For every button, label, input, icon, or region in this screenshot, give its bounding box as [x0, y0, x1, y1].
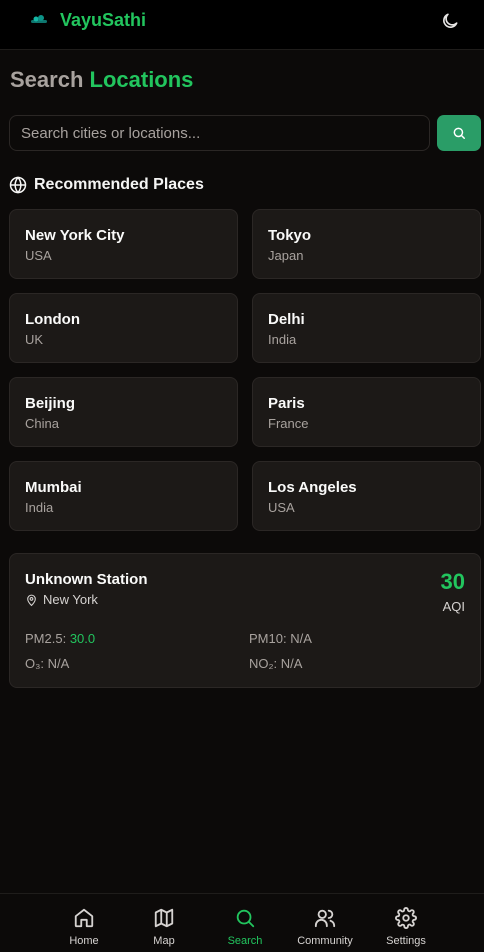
- place-card-new-york-city[interactable]: New York City USA: [9, 209, 238, 279]
- metric-o3-value: N/A: [47, 656, 70, 671]
- nav-map[interactable]: Map: [145, 894, 183, 952]
- metric-pm25: PM2.5: 30.0: [25, 631, 95, 646]
- place-country: USA: [268, 500, 295, 515]
- station-name: Unknown Station: [25, 571, 148, 588]
- place-card-london[interactable]: London UK: [9, 293, 238, 363]
- aqi-value: 30: [440, 569, 465, 594]
- nav-home-label: Home: [69, 935, 99, 947]
- app-brand[interactable]: VayuSathi: [60, 10, 146, 31]
- map-icon: [154, 908, 174, 928]
- nav-settings[interactable]: Settings: [383, 894, 429, 952]
- top-bar: VayuSathi: [0, 0, 484, 50]
- globe-icon: [9, 176, 27, 194]
- place-city: Mumbai: [25, 479, 82, 496]
- users-icon: [314, 909, 336, 928]
- metric-pm10-label: PM10:: [249, 631, 287, 646]
- map-pin-icon: [27, 594, 36, 606]
- place-city: Paris: [268, 395, 305, 412]
- place-card-mumbai[interactable]: Mumbai India: [9, 461, 238, 531]
- search-input[interactable]: [9, 115, 430, 151]
- metric-pm10: PM10: N/A: [249, 631, 312, 646]
- place-country: France: [268, 416, 309, 431]
- station-location: New York: [25, 592, 98, 607]
- metric-no2: NO₂: N/A: [249, 656, 302, 671]
- aqi-label: AQI: [442, 599, 465, 614]
- place-card-delhi[interactable]: Delhi India: [252, 293, 481, 363]
- place-city: New York City: [25, 227, 125, 244]
- place-country: India: [268, 332, 297, 347]
- nav-settings-label: Settings: [386, 935, 426, 947]
- place-country: India: [25, 500, 54, 515]
- place-card-tokyo[interactable]: Tokyo Japan: [252, 209, 481, 279]
- page-title: Search Locations: [10, 66, 193, 94]
- place-card-beijing[interactable]: Beijing China: [9, 377, 238, 447]
- search-icon: [453, 127, 465, 139]
- bottom-nav: Home Map Search Community Settings: [0, 893, 484, 952]
- nav-community-label: Community: [297, 935, 353, 947]
- metric-o3: O₃: N/A: [25, 656, 69, 671]
- recommended-label: Recommended Places: [34, 176, 204, 193]
- page-title-part2: Locations: [89, 67, 194, 92]
- logo-icon: [31, 15, 47, 23]
- page-title-part1: Search: [10, 67, 84, 92]
- nav-community[interactable]: Community: [294, 894, 356, 952]
- station-location-text: New York: [43, 592, 98, 607]
- place-country: UK: [25, 332, 44, 347]
- recommended-heading: Recommended Places: [9, 174, 204, 196]
- metric-pm10-value: N/A: [290, 631, 312, 646]
- place-country: USA: [25, 248, 52, 263]
- moon-icon[interactable]: [440, 11, 460, 31]
- metric-o3-label: O₃:: [25, 656, 45, 671]
- metric-pm25-label: PM2.5:: [25, 631, 67, 646]
- station-card[interactable]: Unknown Station New York 30 AQI PM2.5: 3…: [9, 553, 481, 688]
- nav-map-label: Map: [153, 935, 175, 947]
- search-button[interactable]: [437, 115, 481, 151]
- place-country: China: [25, 416, 59, 431]
- metric-no2-value: N/A: [280, 656, 303, 671]
- nav-search-label: Search: [227, 935, 263, 947]
- place-city: London: [25, 311, 80, 328]
- place-city: Beijing: [25, 395, 76, 412]
- metric-pm25-value: 30.0: [69, 631, 96, 646]
- nav-home[interactable]: Home: [63, 894, 105, 952]
- place-country: Japan: [268, 248, 304, 263]
- place-city: Delhi: [268, 311, 305, 328]
- gear-icon: [395, 907, 417, 929]
- home-icon: [74, 908, 94, 928]
- place-card-los-angeles[interactable]: Los Angeles USA: [252, 461, 481, 531]
- place-city: Los Angeles: [268, 479, 357, 496]
- place-card-paris[interactable]: Paris France: [252, 377, 481, 447]
- metric-no2-label: NO₂:: [249, 656, 278, 671]
- place-city: Tokyo: [268, 227, 312, 244]
- search-icon: [236, 909, 255, 928]
- nav-search[interactable]: Search: [222, 894, 268, 952]
